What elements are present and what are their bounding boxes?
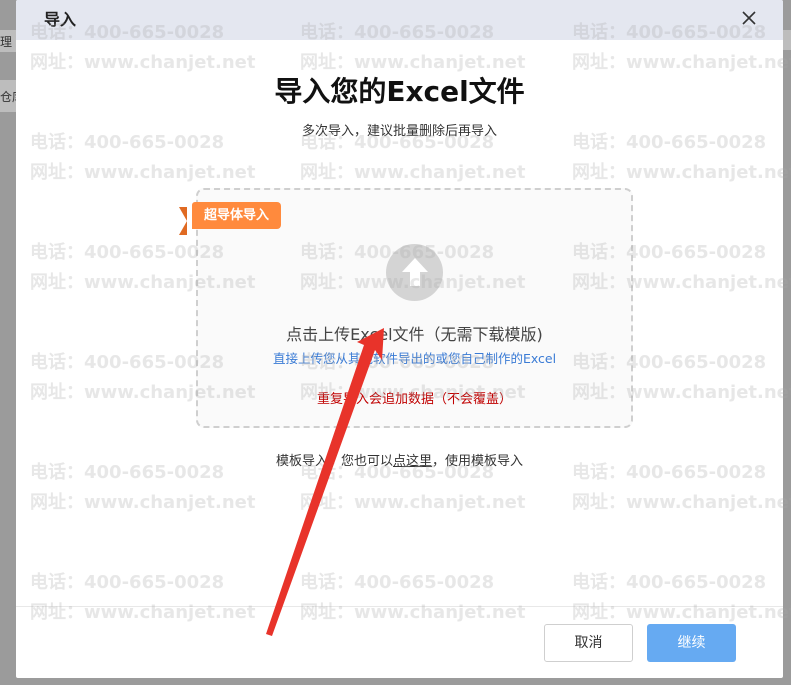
background-label: 理 bbox=[0, 35, 13, 49]
footer-divider bbox=[16, 606, 783, 607]
ribbon-tail bbox=[179, 207, 187, 235]
template-suffix: ，使用模板导入 bbox=[432, 454, 524, 469]
upload-main-text[interactable]: 点击上传Excel文件（无需下载模版) bbox=[196, 321, 633, 345]
continue-button[interactable]: 继续 bbox=[647, 624, 736, 662]
upload-hint-text: 直接上传您从其他软件导出的或您自己制作的Excel bbox=[272, 351, 557, 366]
cancel-button[interactable]: 取消 bbox=[544, 624, 633, 662]
import-dialog: 导入 导入您的Excel文件 多次导入，建议批量删除后再导入 超导体导入 点击上… bbox=[16, 0, 783, 678]
upload-arrow-icon[interactable] bbox=[386, 244, 443, 301]
dialog-header: 导入 bbox=[16, 0, 783, 40]
template-prefix: 模板导入：您也可以 bbox=[275, 454, 393, 469]
close-icon[interactable] bbox=[739, 8, 759, 28]
template-import-line: 模板导入：您也可以点这里，使用模板导入 bbox=[16, 450, 783, 469]
page-title: 导入您的Excel文件 bbox=[274, 75, 525, 108]
page-subtitle: 多次导入，建议批量删除后再导入 bbox=[301, 124, 497, 139]
template-link[interactable]: 点这里 bbox=[393, 454, 432, 469]
super-import-ribbon: 超导体导入 bbox=[192, 202, 282, 229]
duplicate-warning-text: 重复导入会追加数据（不会覆盖） bbox=[316, 392, 512, 407]
dialog-title: 导入 bbox=[44, 10, 77, 29]
